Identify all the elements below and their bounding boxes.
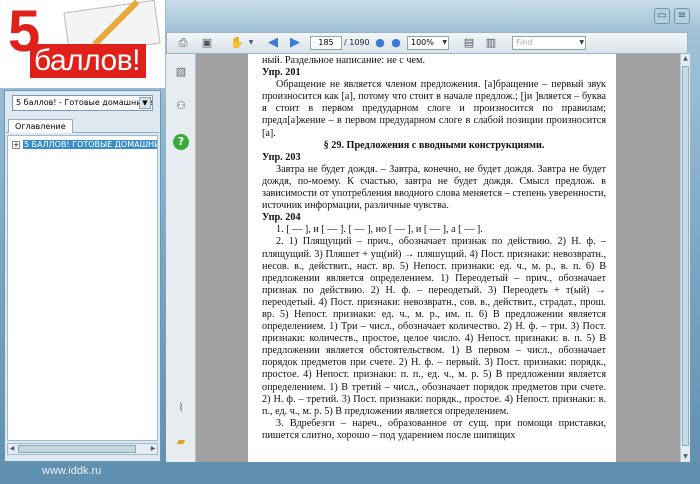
scroll-up-icon[interactable]: ▲ [681,54,690,64]
sentence-schema: 1. [ — ], и [ — ]. [ — ], но [ — ], и [ … [276,224,483,236]
tab-contents[interactable]: Оглавление [8,119,73,133]
zoom-select[interactable]: 100% ▼ [407,36,449,50]
find-placeholder: Find [516,38,533,47]
document-page: ный. Раздельное написание: не с чем. Упр… [248,54,616,462]
find-input[interactable]: Find ▼ [512,36,586,50]
exercise-heading: Упр. 204 [262,212,301,224]
tab-bar: Оглавление [6,119,159,133]
zoom-in-icon[interactable]: ● [388,35,404,51]
view-mode-icon[interactable]: ▥ [483,35,499,51]
layout-icon[interactable]: ▤ [461,35,477,51]
save-icon[interactable]: ▣ [199,35,215,51]
binoculars-icon[interactable]: ⚇ [173,98,189,114]
exercise-heading: Упр. 203 [262,151,301,163]
printer-icon[interactable]: ⎙ [175,35,191,51]
attachment-icon[interactable]: ⌇ [173,400,189,416]
page-number-input[interactable]: 185 [310,36,342,50]
expand-icon[interactable]: + [12,140,20,149]
page-total: / 1090 [344,38,370,47]
chevron-down-icon[interactable]: ▼ [243,35,259,51]
text-line: ный. Раздельное написание: не с чем. [262,55,425,66]
contents-tree: +5 БАЛЛОВ! ГОТОВЫЕ ДОМАШНИЕ : [7,135,158,441]
scrollbar-thumb[interactable] [18,445,136,453]
tree-item[interactable]: +5 БАЛЛОВ! ГОТОВЫЕ ДОМАШНИЕ : [12,140,157,150]
zoom-out-icon[interactable]: ● [372,35,388,51]
book-select[interactable]: 5 баллов! - Готовые домашние за ▼ [12,95,153,111]
exercise-text: Завтра не будет дождя. – Завтра, конечно… [262,163,606,212]
scroll-right-icon[interactable]: ▶ [149,445,157,453]
arrow-left-icon[interactable]: ◀ [265,35,281,51]
scroll-left-icon[interactable]: ◀ [8,445,16,453]
tree-item-label: 5 БАЛЛОВ! ГОТОВЫЕ ДОМАШНИЕ : [23,140,157,149]
scrollbar-thumb[interactable] [682,66,689,446]
comments-icon[interactable]: ▰ [173,434,189,450]
logo-word: баллов! [30,44,146,78]
section-heading: § 29. Предложения с вводными конструкция… [323,139,545,151]
pages-icon[interactable]: ▧ [173,64,189,80]
minimize-icon[interactable]: ▭ [654,8,670,24]
exercise-text: 2. 1) Плящущий – прич., обозначает призн… [262,236,606,417]
help-icon[interactable]: ? [173,134,189,150]
book-icon[interactable]: ≡ [674,8,690,24]
left-panel: 5 баллов! - Готовые домашние за ▼ Оглавл… [4,90,161,462]
arrow-right-icon[interactable]: ▶ [287,35,303,51]
book-select-value: 5 баллов! - Готовые домашние за [16,98,153,107]
chevron-down-icon[interactable]: ▼ [139,97,151,109]
exercise-text: Обращение не является членом предложения… [262,79,606,139]
exercise-text: 3. Вдребезги – нареч., образованное от с… [262,417,606,441]
chevron-down-icon[interactable]: ▼ [442,37,447,49]
chevron-down-icon[interactable]: ▼ [579,37,584,49]
exercise-heading: Упр. 201 [262,67,301,79]
scroll-down-icon[interactable]: ▼ [681,452,690,462]
site-url[interactable]: www.iddk.ru [42,465,101,477]
document-side-strip: ▧ ⚇ ? ⌇ ▰ [166,54,196,462]
vertical-scrollbar[interactable]: ▲ ▼ [680,54,690,462]
horizontal-scrollbar[interactable]: ◀ ▶ [7,443,158,455]
zoom-value: 100% [411,38,434,47]
app-window: 5 баллов! ▭ ≡ 5 баллов! - Готовые домашн… [0,0,700,484]
document-area: ный. Раздельное написание: не с чем. Упр… [196,54,680,462]
viewer-toolbar: ⎙ ▣ ✋ ▼ ◀ ▶ 185 / 1090 ● ● 100% ▼ ▤ ▥ Fi… [166,32,688,54]
logo: 5 баллов! [0,0,166,88]
